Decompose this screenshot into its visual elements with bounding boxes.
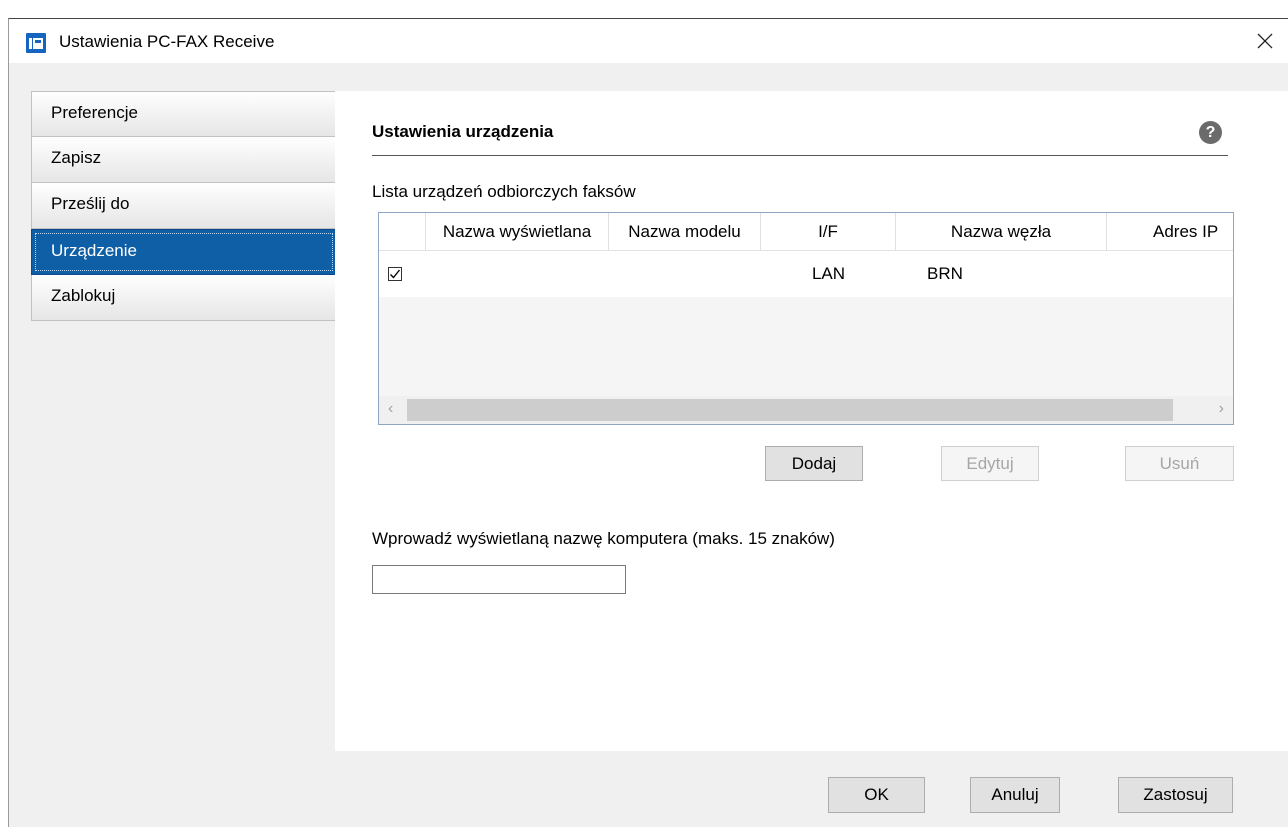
sidebar-item-label: Zapisz	[51, 148, 102, 167]
scrollbar-thumb[interactable]	[407, 399, 1173, 421]
sidebar-item-label: Preferencje	[51, 103, 138, 122]
section-title: Ustawienia urządzenia	[372, 122, 554, 141]
edit-button[interactable]: Edytuj	[941, 446, 1039, 481]
checkmark-icon	[390, 269, 401, 279]
sidebar-item-preferencje[interactable]: Preferencje	[31, 91, 337, 137]
device-list-table[interactable]: Nazwa wyświetlana Nazwa modelu I/F Nazwa…	[378, 212, 1234, 425]
column-header-interface[interactable]: I/F	[761, 213, 896, 251]
sidebar-item-label: Prześlij do	[51, 194, 130, 213]
add-button[interactable]: Dodaj	[765, 446, 863, 481]
table-cell-model	[609, 251, 761, 297]
horizontal-scrollbar[interactable]: ‹ ›	[379, 396, 1233, 424]
help-icon[interactable]: ?	[1199, 121, 1222, 144]
fax-app-icon	[26, 33, 46, 53]
section-divider	[372, 155, 1228, 156]
table-cell-checkbox	[379, 251, 426, 297]
column-header-node-name[interactable]: Nazwa węzła	[896, 213, 1107, 251]
cancel-button[interactable]: Anuluj	[970, 777, 1060, 813]
column-header-ip[interactable]: Adres IP	[1107, 213, 1233, 251]
sidebar-item-przeslij-do[interactable]: Prześlij do	[31, 183, 337, 229]
column-header-checkbox[interactable]	[379, 213, 426, 251]
table-row[interactable]: LAN BRN	[379, 251, 1233, 297]
computer-name-label: Wprowadź wyświetlaną nazwę komputera (ma…	[372, 529, 835, 548]
delete-button[interactable]: Usuń	[1125, 446, 1234, 481]
window-title: Ustawienia PC-FAX Receive	[59, 32, 275, 51]
table-cell-interface: LAN	[811, 264, 846, 283]
table-cell-node-name: BRN	[927, 264, 963, 283]
table-cell-display-name	[426, 251, 609, 297]
column-header-model[interactable]: Nazwa modelu	[609, 213, 761, 251]
settings-panel: Ustawienia urządzenia ? Lista urządzeń o…	[335, 91, 1288, 751]
scroll-left-icon[interactable]: ‹	[388, 400, 393, 418]
sidebar-item-label: Urządzenie	[51, 241, 137, 260]
close-icon	[1257, 33, 1273, 49]
device-list-label: Lista urządzeń odbiorczych faksów	[372, 182, 636, 201]
table-header: Nazwa wyświetlana Nazwa modelu I/F Nazwa…	[379, 213, 1233, 251]
scroll-right-icon[interactable]: ›	[1219, 400, 1224, 418]
apply-button[interactable]: Zastosuj	[1118, 777, 1233, 813]
dialog-window: Ustawienia PC-FAX Receive Preferencje Za…	[8, 18, 1288, 827]
sidebar-item-zablokuj[interactable]: Zablokuj	[31, 275, 337, 321]
column-header-display-name[interactable]: Nazwa wyświetlana	[426, 213, 609, 251]
sidebar-item-urzadzenie[interactable]: Urządzenie	[31, 229, 337, 275]
device-checkbox[interactable]	[388, 267, 402, 281]
close-button[interactable]	[1242, 19, 1288, 63]
computer-name-input[interactable]	[372, 565, 626, 594]
sidebar-nav: Preferencje Zapisz Prześlij do Urządzeni…	[31, 91, 337, 321]
table-cell-ip	[1107, 251, 1233, 297]
title-bar: Ustawienia PC-FAX Receive	[9, 19, 1288, 63]
sidebar-item-zapisz[interactable]: Zapisz	[31, 137, 337, 183]
ok-button[interactable]: OK	[828, 777, 925, 813]
sidebar-item-label: Zablokuj	[51, 286, 116, 305]
